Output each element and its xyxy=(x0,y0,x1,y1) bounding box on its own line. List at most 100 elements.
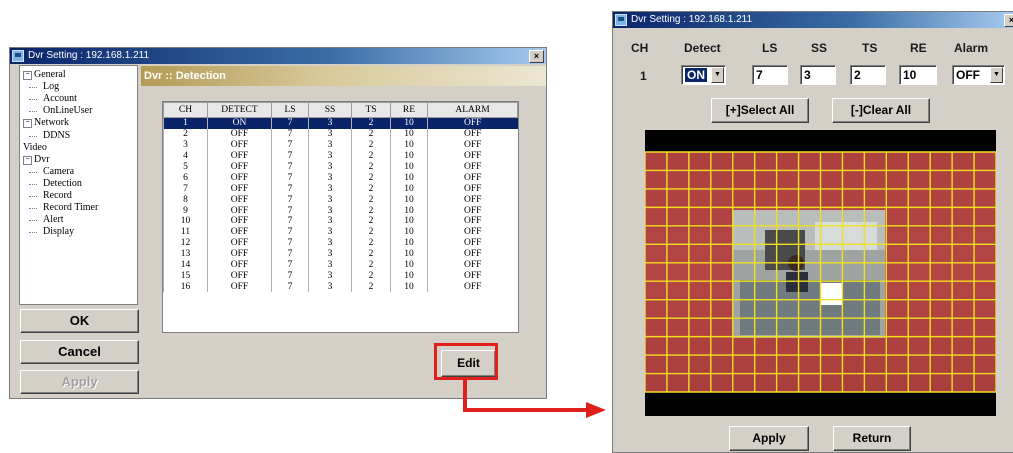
tree-item-ddns[interactable]: DDNS xyxy=(29,130,70,141)
ss-label: SS xyxy=(811,41,828,55)
table-row[interactable]: 8 OFF 7 3 2 10 OFF xyxy=(163,194,518,206)
return-button[interactable]: Return xyxy=(833,426,911,451)
tree-item-general[interactable]: − General xyxy=(23,69,66,80)
detect-label: Detect xyxy=(684,41,721,55)
table-row[interactable]: 13 OFF 7 3 2 10 OFF xyxy=(163,248,518,260)
table-row[interactable]: 12 OFF 7 3 2 10 OFF xyxy=(163,237,518,249)
table-cell: 2 xyxy=(351,128,391,140)
table-cell: 10 xyxy=(390,216,428,227)
table-cell: 7 xyxy=(271,150,309,162)
table-row[interactable]: 9 OFF 7 3 2 10 OFF xyxy=(163,205,518,217)
collapse-icon[interactable]: − xyxy=(23,119,32,129)
table-cell: 7 xyxy=(271,248,309,260)
column-header[interactable]: LS xyxy=(271,102,309,118)
settings-tree: − General Log Account OnLineUser − Network DDNS… xyxy=(19,65,138,305)
table-row[interactable]: 10 OFF 7 3 2 10 OFF xyxy=(163,216,518,227)
table-cell: OFF xyxy=(207,205,272,217)
ss-input[interactable]: 3 xyxy=(800,65,836,85)
video-preview[interactable] xyxy=(644,130,997,416)
table-row[interactable]: 4 OFF 7 3 2 10 OFF xyxy=(163,150,518,162)
alarm-select-value: OFF xyxy=(956,68,980,82)
detection-grid[interactable] xyxy=(644,130,997,416)
table-cell: 7 xyxy=(271,161,309,173)
tree-item-label: Display xyxy=(43,226,75,238)
column-header[interactable]: DETECT xyxy=(207,102,272,118)
select-all-button[interactable]: [+]Select All xyxy=(711,98,809,123)
close-icon[interactable]: × xyxy=(529,50,544,63)
tree-connector xyxy=(29,183,37,185)
table-cell: 3 xyxy=(308,248,352,260)
table-row[interactable]: 2 OFF 7 3 2 10 OFF xyxy=(163,128,518,140)
table-cell: 3 xyxy=(308,172,352,184)
table-cell: 2 xyxy=(351,194,391,206)
alarm-select[interactable]: OFF ▼ xyxy=(952,65,1005,85)
table-cell: 7 xyxy=(271,205,309,217)
table-row[interactable]: 16 OFF 7 3 2 10 OFF xyxy=(163,281,518,293)
table-cell: OFF xyxy=(207,248,272,260)
table-row[interactable]: 1 ON 7 3 2 10 OFF xyxy=(163,117,518,129)
table-cell: OFF xyxy=(207,216,272,227)
table-row[interactable]: 11 OFF 7 3 2 10 OFF xyxy=(163,226,518,238)
collapse-icon[interactable]: − xyxy=(23,155,32,165)
tree-item-account[interactable]: Account xyxy=(29,93,77,105)
table-row[interactable]: 3 OFF 7 3 2 10 OFF xyxy=(163,139,518,151)
chevron-down-icon[interactable]: ▼ xyxy=(711,67,724,83)
tree-item-camera[interactable]: Camera xyxy=(29,166,74,177)
tree-item-label: OnLineUser xyxy=(43,105,93,117)
table-cell: 10 xyxy=(390,139,428,151)
table-cell: 3 xyxy=(163,139,208,151)
tree-item-label: Account xyxy=(43,93,77,105)
tree-item-record-timer[interactable]: Record Timer xyxy=(29,202,98,213)
re-input[interactable]: 10 xyxy=(899,65,937,85)
column-header[interactable]: CH xyxy=(163,102,208,118)
table-cell: 2 xyxy=(351,117,391,129)
tree-item-display[interactable]: Display xyxy=(29,226,75,238)
column-header[interactable]: SS xyxy=(308,102,352,118)
table-cell: 7 xyxy=(271,194,309,206)
apply-button[interactable]: Apply xyxy=(20,370,139,394)
chevron-down-icon[interactable]: ▼ xyxy=(990,67,1003,83)
cancel-button[interactable]: Cancel xyxy=(20,340,139,364)
tree-item-dvr[interactable]: − Dvr xyxy=(23,154,50,165)
table-cell: OFF xyxy=(427,194,518,206)
table-cell: 3 xyxy=(308,194,352,206)
ts-input[interactable]: 2 xyxy=(850,65,886,85)
table-cell: 10 xyxy=(390,194,428,206)
tree-item-detection[interactable]: Detection xyxy=(29,178,82,189)
table-row[interactable]: 6 OFF 7 3 2 10 OFF xyxy=(163,172,518,184)
tree-item-network[interactable]: − Network xyxy=(23,117,69,129)
table-cell: 2 xyxy=(351,237,391,249)
table-row[interactable]: 14 OFF 7 3 2 10 OFF xyxy=(163,259,518,271)
table-cell: 10 xyxy=(390,183,428,195)
column-header[interactable]: RE xyxy=(390,102,428,118)
table-cell: 10 xyxy=(390,226,428,238)
table-row[interactable]: 15 OFF 7 3 2 10 OFF xyxy=(163,270,518,282)
table-cell: 2 xyxy=(351,226,391,238)
table-cell: 2 xyxy=(351,150,391,162)
table-cell: 10 xyxy=(390,205,428,217)
clear-all-button[interactable]: [-]Clear All xyxy=(832,98,930,123)
table-row[interactable]: 5 OFF 7 3 2 10 OFF xyxy=(163,161,518,173)
close-icon-right[interactable]: × xyxy=(1004,14,1013,27)
table-cell: 7 xyxy=(271,183,309,195)
ls-input[interactable]: 7 xyxy=(752,65,788,85)
apply-button-right[interactable]: Apply xyxy=(729,426,809,451)
ok-button[interactable]: OK xyxy=(20,309,139,333)
table-cell: 10 xyxy=(390,237,428,249)
app-icon-right xyxy=(615,14,627,26)
tree-item-log[interactable]: Log xyxy=(29,81,59,92)
tree-item-record[interactable]: Record xyxy=(29,190,72,201)
table-cell: 5 xyxy=(163,161,208,173)
collapse-icon[interactable]: − xyxy=(23,71,32,80)
table-cell: 10 xyxy=(390,248,428,260)
table-row[interactable]: 7 OFF 7 3 2 10 OFF xyxy=(163,183,518,195)
column-header[interactable]: ALARM xyxy=(427,102,518,118)
column-header[interactable]: TS xyxy=(351,102,391,118)
tree-item-video[interactable]: Video xyxy=(23,142,47,153)
detect-select[interactable]: ON ▼ xyxy=(681,65,726,85)
app-icon xyxy=(12,50,24,62)
table-cell: OFF xyxy=(207,139,272,151)
tree-item-onlineuser[interactable]: OnLineUser xyxy=(29,105,93,117)
table-cell: 16 xyxy=(163,281,208,293)
tree-item-alert[interactable]: Alert xyxy=(29,214,64,225)
